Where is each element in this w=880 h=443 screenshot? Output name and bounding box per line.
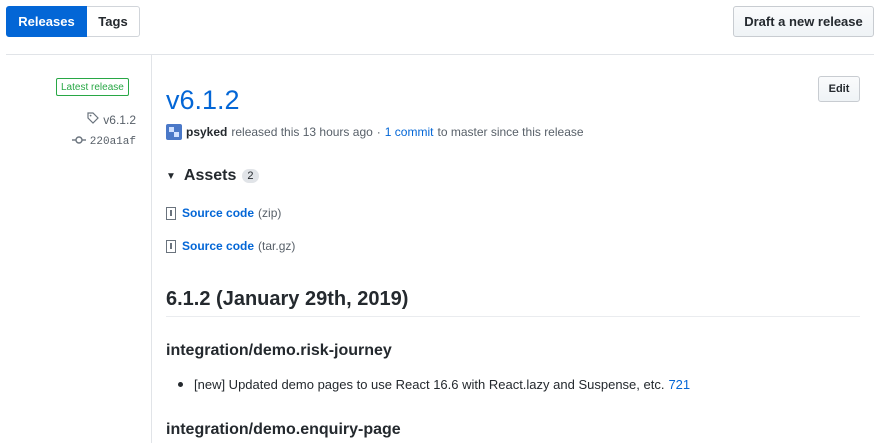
commits-suffix: to master since this release — [437, 125, 584, 139]
heading-rule — [166, 316, 860, 317]
asset-name: Source code — [182, 206, 255, 220]
sidebar-tag-label: v6.1.2 — [103, 112, 136, 127]
author-link[interactable]: psyked — [186, 125, 227, 139]
release-tabs: Releases Tags — [6, 6, 140, 37]
list-item: [new] Updated demo pages to use React 16… — [178, 377, 690, 392]
git-commit-icon — [71, 135, 86, 149]
asset-name: Source code — [182, 239, 255, 253]
chevron-down-icon: ▼ — [166, 170, 176, 182]
release-sidebar: Latest release v6.1.2 220a1af — [6, 55, 151, 443]
meta-separator: · — [376, 125, 381, 139]
asset-ext: (tar.gz) — [258, 239, 296, 253]
file-zip-icon — [166, 206, 176, 220]
tab-releases[interactable]: Releases — [6, 6, 87, 37]
assets-toggle[interactable]: ▼ Assets 2 — [166, 167, 259, 185]
release-meta: psyked released this 13 hours ago · 1 co… — [166, 124, 584, 140]
released-text: released this 13 hours ago — [231, 125, 373, 139]
tag-icon — [87, 112, 100, 127]
section-heading-enquiry-page: integration/demo.enquiry-page — [166, 421, 401, 438]
asset-ext: (zip) — [258, 206, 282, 220]
sidebar-tag-link[interactable]: v6.1.2 — [87, 112, 136, 127]
release-title[interactable]: v6.1.2 — [166, 85, 240, 116]
bullet-dot — [178, 382, 183, 387]
file-zip-icon — [166, 239, 176, 253]
section-heading-risk-journey: integration/demo.risk-journey — [166, 342, 392, 359]
latest-release-label: Latest release — [56, 78, 129, 96]
edit-button[interactable]: Edit — [818, 76, 860, 102]
version-heading: 6.1.2 (January 29th, 2019) — [166, 288, 409, 310]
pull-request-link[interactable]: 721 — [668, 377, 690, 392]
sidebar-commit-label: 220a1af — [89, 136, 136, 148]
assets-heading: Assets — [183, 167, 237, 184]
avatar[interactable] — [166, 124, 182, 140]
tab-tags[interactable]: Tags — [87, 6, 140, 37]
asset-zip-link[interactable]: Source code (zip) — [166, 206, 281, 220]
draft-new-release-button[interactable]: Draft a new release — [733, 6, 874, 37]
assets-count-badge: 2 — [242, 169, 259, 183]
sidebar-commit-link[interactable]: 220a1af — [71, 135, 136, 149]
asset-targz-link[interactable]: Source code (tar.gz) — [166, 239, 295, 253]
list-item-text: [new] Updated demo pages to use React 16… — [194, 377, 665, 392]
commits-link[interactable]: 1 commit — [385, 125, 434, 139]
sidebar-divider — [151, 55, 152, 443]
